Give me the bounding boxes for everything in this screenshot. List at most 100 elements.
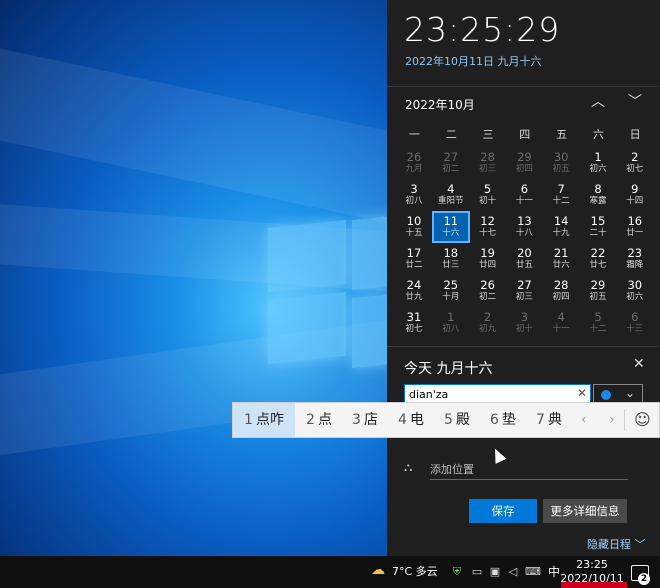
ime-candidate-number: 3 bbox=[352, 412, 361, 428]
ime-candidate[interactable]: 2点 bbox=[297, 403, 341, 437]
calendar-day[interactable]: 29 初四 bbox=[506, 148, 542, 178]
shield-icon[interactable]: ⛨ bbox=[451, 566, 463, 578]
calendar-day[interactable]: 6 十一 bbox=[506, 180, 542, 210]
emoji-icon[interactable]: ☺ bbox=[634, 403, 651, 437]
hide-agenda-link[interactable]: 隐藏日程 ﹀ bbox=[587, 536, 646, 552]
ime-mode-indicator[interactable]: 中 bbox=[548, 556, 560, 588]
calendar-day[interactable]: 7 十二 bbox=[543, 180, 579, 210]
month-title[interactable]: 2022年10月 bbox=[405, 96, 475, 113]
calendar-day[interactable]: 26 初二 bbox=[470, 276, 506, 306]
calendar-day[interactable]: 4 十一 bbox=[543, 308, 579, 338]
weather-cloud-sun-icon[interactable]: ☁ bbox=[369, 563, 387, 577]
lunar-label: 重阳节 bbox=[438, 196, 464, 206]
calendar-day[interactable]: 25 十月 bbox=[433, 276, 469, 306]
day-number: 27 bbox=[443, 150, 459, 164]
calendar-day[interactable]: 24 廿九 bbox=[396, 276, 432, 306]
chevron-up-icon[interactable]: ︿ bbox=[588, 92, 608, 112]
calendar-day[interactable]: 30 初六 bbox=[617, 276, 653, 306]
ime-candidate[interactable]: 5殿 bbox=[435, 403, 479, 437]
calendar-day[interactable]: 1 初八 bbox=[433, 308, 469, 338]
calendar-day[interactable]: 8 寒露 bbox=[580, 180, 616, 210]
calendar-day[interactable]: 5 十二 bbox=[580, 308, 616, 338]
calendar-day[interactable]: 26 九月 bbox=[396, 148, 432, 178]
close-icon[interactable]: ✕ bbox=[633, 356, 645, 372]
day-number: 27 bbox=[517, 278, 532, 292]
lunar-label: 初六 bbox=[589, 164, 607, 174]
keyboard-icon[interactable]: ⌨ bbox=[525, 566, 541, 578]
lunar-label: 初五 bbox=[589, 292, 607, 302]
day-number: 6 bbox=[520, 182, 529, 196]
calendar-day[interactable]: 2 初七 bbox=[617, 148, 653, 178]
lunar-label: 初三 bbox=[479, 164, 497, 174]
calendar-day[interactable]: 13 十八 bbox=[506, 212, 542, 242]
chevron-down-icon[interactable]: ﹀ bbox=[625, 92, 645, 112]
lunar-label: 十九 bbox=[552, 228, 570, 238]
ime-candidate-number: 1 bbox=[244, 412, 253, 428]
ime-candidate[interactable]: 6垫 bbox=[481, 403, 525, 437]
calendar-day[interactable]: 9 十四 bbox=[617, 180, 653, 210]
lunar-label: 十月 bbox=[442, 292, 460, 302]
clock-time: 23:25:29 bbox=[404, 10, 561, 49]
divider bbox=[387, 86, 660, 87]
lunar-label: 初九 bbox=[479, 324, 497, 334]
calendar-day[interactable]: 17 廿二 bbox=[396, 244, 432, 274]
calendar-day[interactable]: 5 初十 bbox=[470, 180, 506, 210]
calendar-day[interactable]: 30 初五 bbox=[543, 148, 579, 178]
lunar-label: 霜降 bbox=[626, 260, 644, 270]
calendar-day[interactable]: 2 初九 bbox=[470, 308, 506, 338]
ime-candidate[interactable]: 7典 bbox=[527, 403, 571, 437]
lunar-label: 廿二 bbox=[405, 260, 423, 270]
taskbar-time[interactable]: 23:25 bbox=[560, 558, 624, 572]
more-details-button[interactable]: 更多详细信息 bbox=[543, 499, 627, 523]
calendar-day[interactable]: 28 初三 bbox=[470, 148, 506, 178]
calendar-day[interactable]: 15 二十 bbox=[580, 212, 616, 242]
weekday-label: 五 bbox=[556, 128, 568, 141]
calendar-day[interactable]: 10 十五 bbox=[396, 212, 432, 242]
calendar-day[interactable]: 27 初三 bbox=[506, 276, 542, 306]
calendar-day[interactable]: 27 初二 bbox=[433, 148, 469, 178]
save-button[interactable]: 保存 bbox=[469, 499, 537, 523]
ime-next-icon[interactable]: › bbox=[609, 403, 615, 437]
ime-prev-icon[interactable]: ‹ bbox=[581, 403, 587, 437]
weather-text[interactable]: 7°C 多云 bbox=[392, 556, 438, 588]
volume-icon[interactable]: ◁ bbox=[507, 566, 519, 578]
calendar-day[interactable]: 6 十三 bbox=[617, 308, 653, 338]
lunar-label: 十二 bbox=[589, 324, 607, 334]
calendar-day[interactable]: 3 初八 bbox=[396, 180, 432, 210]
calendar-day[interactable]: 23 霜降 bbox=[617, 244, 653, 274]
clear-input-icon[interactable]: ✕ bbox=[577, 386, 587, 400]
calendar-day[interactable]: 20 廿五 bbox=[506, 244, 542, 274]
calendar-day[interactable]: 29 初五 bbox=[580, 276, 616, 306]
calendar-day[interactable]: 18 廿三 bbox=[433, 244, 469, 274]
day-number: 8 bbox=[594, 182, 602, 196]
ime-candidate[interactable]: 1 点咋 bbox=[233, 403, 295, 437]
full-date-link[interactable]: 2022年10月11日 九月十六 bbox=[405, 53, 541, 69]
calendar-day[interactable]: 19 廿四 bbox=[470, 244, 506, 274]
lunar-label: 廿五 bbox=[515, 260, 533, 270]
calendar-day[interactable]: 3 初十 bbox=[506, 308, 542, 338]
calendar-day[interactable]: 16 廿一 bbox=[617, 212, 653, 242]
day-number: 31 bbox=[406, 310, 422, 324]
ime-candidate-text: 垫 bbox=[501, 412, 516, 428]
ime-candidate-text: 典 bbox=[547, 412, 562, 428]
calendar-day[interactable]: 1 初六 bbox=[580, 148, 616, 178]
battery-icon[interactable]: ▭ bbox=[471, 566, 483, 578]
calendar-day[interactable]: 14 十九 bbox=[543, 212, 579, 242]
calendar-day-today[interactable]: 11 十六 bbox=[431, 211, 470, 243]
day-number: 12 bbox=[480, 214, 495, 228]
lunar-label: 廿九 bbox=[405, 292, 423, 302]
calendar-day[interactable]: 22 廿七 bbox=[580, 244, 616, 274]
ime-candidate[interactable]: 3店 bbox=[343, 403, 387, 437]
calendar-day[interactable]: 21 廿六 bbox=[543, 244, 579, 274]
calendar-day[interactable]: 12 十七 bbox=[470, 212, 506, 242]
calendar-day[interactable]: 31 初七 bbox=[396, 308, 432, 338]
day-number: 3 bbox=[410, 182, 418, 196]
calendar-day[interactable]: 28 初四 bbox=[543, 276, 579, 306]
location-input[interactable]: 添加位置 bbox=[430, 456, 628, 480]
network-icon[interactable]: ▣ bbox=[489, 566, 501, 578]
ime-candidate[interactable]: 4电 bbox=[389, 403, 433, 437]
calendar-day[interactable]: 4 重阳节 bbox=[433, 180, 469, 210]
ime-candidate-text: 店 bbox=[363, 412, 378, 428]
day-number: 23 bbox=[627, 246, 643, 260]
ime-candidate-number: 2 bbox=[306, 412, 315, 428]
